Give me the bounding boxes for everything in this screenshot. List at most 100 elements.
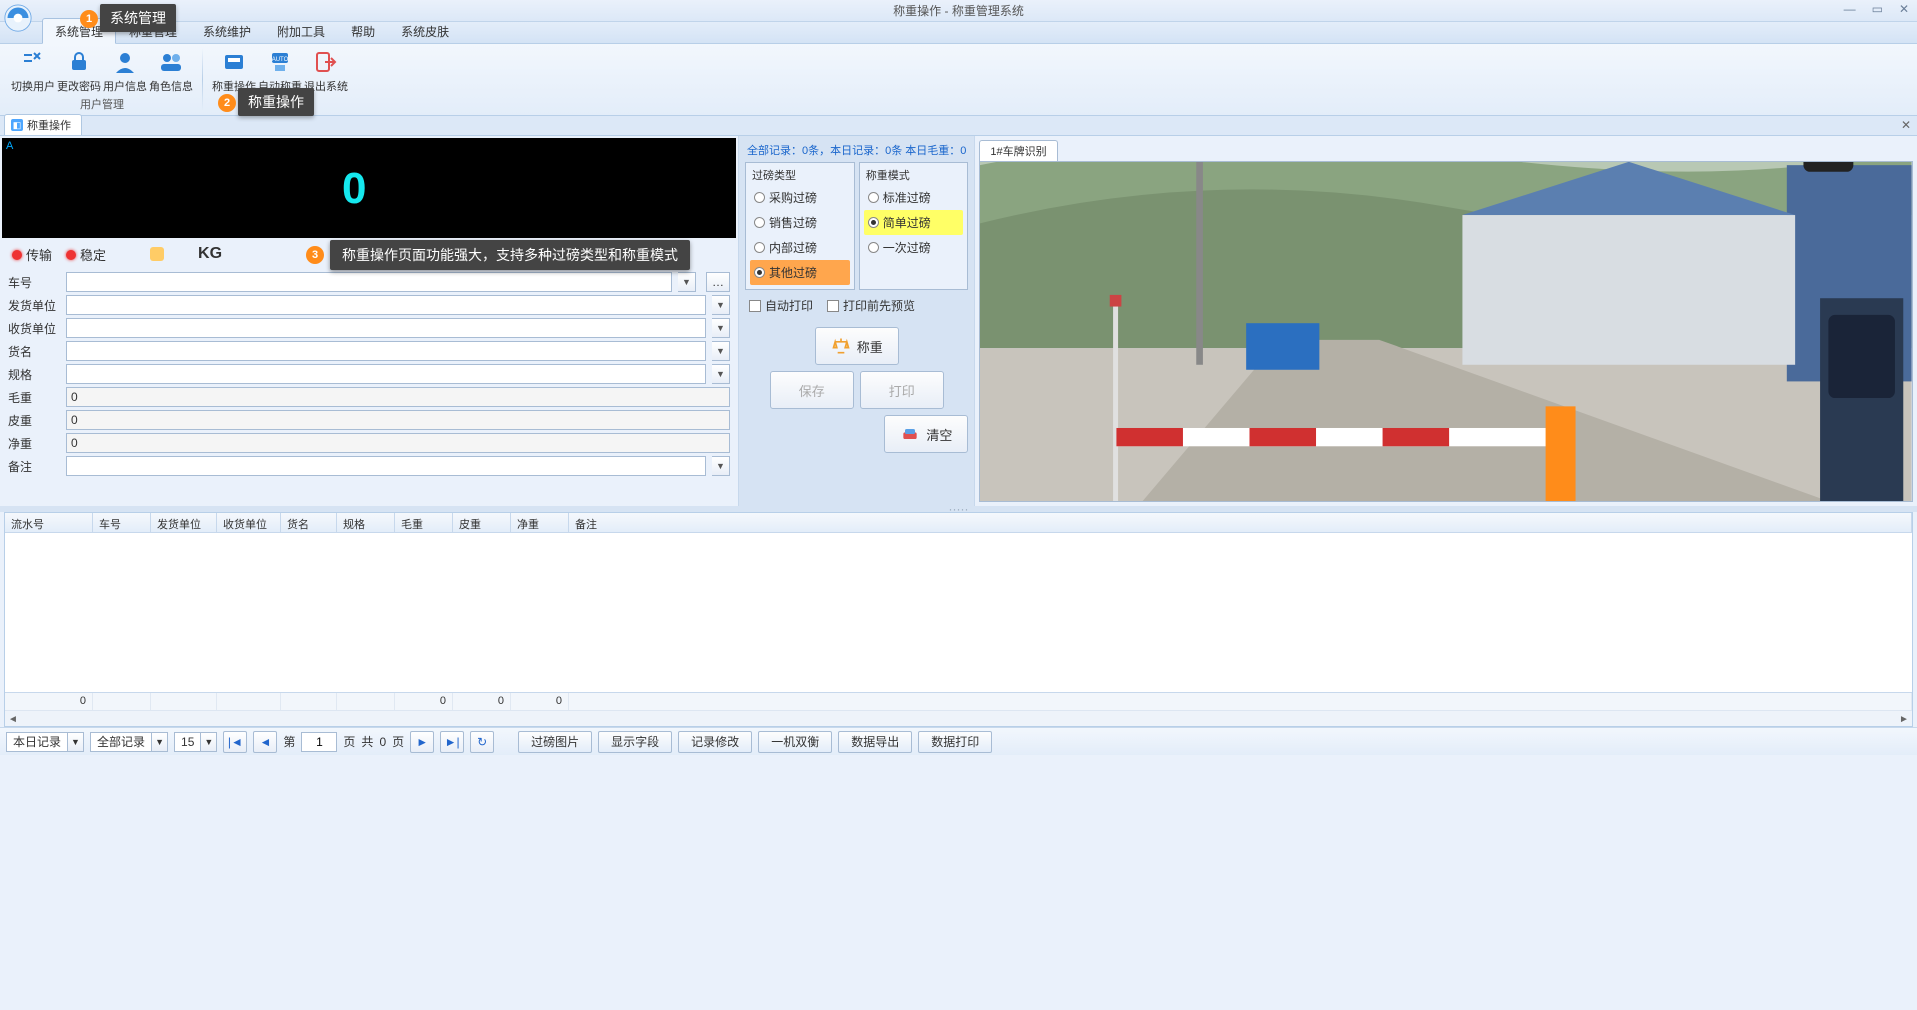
annotation-tooltip-3: 称重操作页面功能强大，支持多种过磅类型和称重模式	[330, 240, 690, 270]
type-option-purchase[interactable]: 采购过磅	[750, 185, 850, 210]
dual-scale-button[interactable]: 一机双衡	[758, 731, 832, 753]
col-gross[interactable]: 毛重	[395, 513, 453, 532]
mode-option-standard[interactable]: 标准过磅	[864, 185, 964, 210]
weigh-images-button[interactable]: 过磅图片	[518, 731, 592, 753]
menu-item-tools[interactable]: 附加工具	[264, 18, 338, 43]
vehicle-input[interactable]	[66, 272, 672, 292]
svg-text:AUTO: AUTO	[272, 57, 289, 63]
weight-unit: KG	[198, 245, 222, 263]
app-logo-icon	[2, 2, 34, 34]
document-icon: ◧	[11, 119, 23, 131]
show-fields-button[interactable]: 显示字段	[598, 731, 672, 753]
annotation-tooltip-1: 系统管理	[100, 4, 176, 32]
edit-record-button[interactable]: 记录修改	[678, 731, 752, 753]
receiver-dropdown[interactable]: ▼	[712, 318, 730, 338]
export-data-button[interactable]: 数据导出	[838, 731, 912, 753]
led-stable-icon	[66, 250, 76, 260]
spec-dropdown[interactable]: ▼	[712, 364, 730, 384]
print-data-button[interactable]: 数据打印	[918, 731, 992, 753]
net-input	[66, 433, 730, 453]
channel-label: A	[6, 140, 13, 152]
preview-checkbox[interactable]: 打印前先预览	[825, 294, 917, 317]
annotation-tooltip-2: 称重操作	[238, 88, 314, 116]
window-title: 称重操作 - 称重管理系统	[893, 2, 1024, 19]
ribbon-role-info[interactable]: 角色信息	[148, 46, 194, 94]
remark-input[interactable]	[66, 456, 706, 476]
pagesize-combo[interactable]: 15▼	[174, 732, 217, 752]
weigh-type-group: 过磅类型 采购过磅 销售过磅 内部过磅 其他过磅	[745, 162, 855, 290]
close-button[interactable]: ✕	[1895, 2, 1913, 16]
ribbon-auto-weigh[interactable]: AUTO自动称重	[257, 46, 303, 94]
col-serial[interactable]: 流水号	[5, 513, 93, 532]
nav-next[interactable]: ►	[410, 731, 434, 753]
tare-input	[66, 410, 730, 430]
remark-dropdown[interactable]: ▼	[712, 456, 730, 476]
autoprint-checkbox[interactable]: 自动打印	[747, 294, 815, 317]
annotation-badge-3: 3	[306, 246, 324, 264]
type-option-internal[interactable]: 内部过磅	[750, 235, 850, 260]
ribbon-user-info[interactable]: 用户信息	[102, 46, 148, 94]
annotation-badge-1: 1	[80, 10, 98, 28]
grid-footer: 0 0 0 0	[5, 692, 1912, 710]
records-grid: 流水号 车号 发货单位 收货单位 货名 规格 毛重 皮重 净重 备注 0 0 0…	[4, 512, 1913, 727]
mode-option-simple[interactable]: 简单过磅	[864, 210, 964, 235]
receiver-input[interactable]	[66, 318, 706, 338]
weight-value: 0	[342, 164, 366, 214]
weigh-form: 车号▼… 发货单位▼ 收货单位▼ 货名▼ 规格▼ 毛重 皮重 净重 备注▼	[0, 268, 738, 480]
grid-body[interactable]	[5, 533, 1912, 692]
col-remark[interactable]: 备注	[569, 513, 1912, 532]
type-option-sale[interactable]: 销售过磅	[750, 210, 850, 235]
camera-tab-1[interactable]: 1#车牌识别	[979, 140, 1057, 161]
type-option-other[interactable]: 其他过磅	[750, 260, 850, 285]
ribbon-group-label-users: 用户管理	[80, 96, 124, 112]
weigh-button[interactable]: 称重	[815, 327, 899, 365]
col-goods[interactable]: 货名	[281, 513, 337, 532]
nav-first[interactable]: |◄	[223, 731, 247, 753]
vehicle-browse-button[interactable]: …	[706, 272, 730, 292]
vehicle-dropdown[interactable]: ▼	[678, 272, 696, 292]
refresh-button[interactable]: ↻	[470, 731, 494, 753]
nav-last[interactable]: ►|	[440, 731, 464, 753]
gross-input	[66, 387, 730, 407]
sender-input[interactable]	[66, 295, 706, 315]
filter-today-combo[interactable]: 本日记录▼	[6, 732, 84, 752]
weight-display: A 0	[2, 138, 736, 238]
filter-all-combo[interactable]: 全部记录▼	[90, 732, 168, 752]
clear-button[interactable]: 清空	[884, 415, 968, 453]
nav-prev[interactable]: ◄	[253, 731, 277, 753]
maximize-button[interactable]: ▭	[1868, 2, 1887, 16]
menu-item-maintain[interactable]: 系统维护	[190, 18, 264, 43]
print-button[interactable]: 打印	[860, 371, 944, 409]
menu-bar: 系统管理 称重管理 系统维护 附加工具 帮助 系统皮肤	[0, 22, 1917, 44]
ribbon-weigh-operation[interactable]: 称重操作	[211, 46, 257, 94]
grid-hscroll[interactable]: ◄►	[5, 710, 1912, 726]
bottom-toolbar: 本日记录▼ 全部记录▼ 15▼ |◄ ◄ 第 页 共 0 页 ► ►| ↻ 过磅…	[0, 727, 1917, 755]
menu-item-help[interactable]: 帮助	[338, 18, 388, 43]
led-transfer-icon	[12, 250, 22, 260]
col-sender[interactable]: 发货单位	[151, 513, 217, 532]
col-receiver[interactable]: 收货单位	[217, 513, 281, 532]
menu-item-skin[interactable]: 系统皮肤	[388, 18, 462, 43]
minimize-button[interactable]: —	[1840, 2, 1860, 16]
goods-input[interactable]	[66, 341, 706, 361]
col-vehicle[interactable]: 车号	[93, 513, 151, 532]
goods-dropdown[interactable]: ▼	[712, 341, 730, 361]
hand-icon	[150, 247, 164, 261]
page-number-input[interactable]	[301, 732, 337, 752]
grid-header: 流水号 车号 发货单位 收货单位 货名 规格 毛重 皮重 净重 备注	[5, 513, 1912, 533]
ribbon-change-password[interactable]: 更改密码	[56, 46, 102, 94]
annotation-badge-2: 2	[218, 94, 236, 112]
close-all-tabs-button[interactable]: ✕	[1901, 118, 1911, 132]
spec-input[interactable]	[66, 364, 706, 384]
col-tare[interactable]: 皮重	[453, 513, 511, 532]
ribbon-exit-system[interactable]: 退出系统	[303, 46, 349, 94]
document-tab-weigh[interactable]: ◧ 称重操作	[4, 114, 82, 135]
col-net[interactable]: 净重	[511, 513, 569, 532]
sender-dropdown[interactable]: ▼	[712, 295, 730, 315]
ribbon-switch-user[interactable]: 切换用户	[10, 46, 56, 94]
weigh-mode-group: 称重模式 标准过磅 简单过磅 一次过磅	[859, 162, 969, 290]
mode-option-once[interactable]: 一次过磅	[864, 235, 964, 260]
record-summary: 全部记录：0条，本日记录：0条 本日毛重：0	[745, 140, 968, 162]
save-button[interactable]: 保存	[770, 371, 854, 409]
col-spec[interactable]: 规格	[337, 513, 395, 532]
